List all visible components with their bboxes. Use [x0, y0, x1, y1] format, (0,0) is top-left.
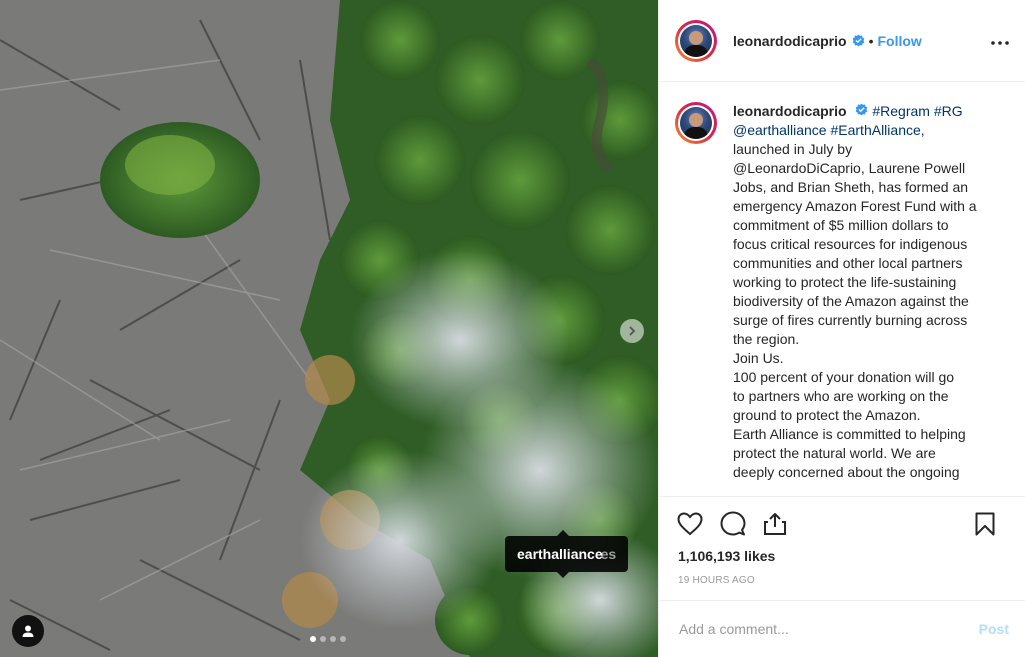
chevron-right-icon: [629, 326, 636, 336]
comment-bubble-icon: [720, 511, 746, 536]
share-button[interactable]: [763, 512, 787, 536]
comments-section[interactable]: leonardodicaprio #Regram #RG @earthallia…: [659, 82, 1025, 496]
person-icon: [22, 625, 34, 637]
caption-line: protect the natural world. We are: [733, 445, 936, 461]
header-username[interactable]: leonardodicaprio: [733, 33, 847, 49]
caption-line: Earth Alliance is committed to helping: [733, 426, 966, 442]
post-actions: 1,106,193 likes 19 HOURS AGO: [659, 496, 1025, 586]
post-comment-button[interactable]: Post: [979, 621, 1009, 637]
caption-text: leonardodicaprio #Regram #RG @earthallia…: [733, 102, 977, 482]
caption-story-ring[interactable]: [675, 102, 717, 144]
likes-count[interactable]: 1,106,193 likes: [678, 548, 1009, 564]
bookmark-icon: [975, 512, 995, 536]
post-photo[interactable]: earthalliance es: [0, 0, 658, 657]
more-options-button[interactable]: [991, 32, 1009, 50]
share-icon: [764, 513, 786, 535]
caption-verified-badge-icon: [855, 103, 868, 116]
caption-avatar[interactable]: [680, 107, 712, 139]
caption-line: Jobs, and Brian Sheth, has formed an: [733, 179, 969, 195]
caption-line: 100 percent of your donation will go: [733, 369, 955, 385]
post-sidebar: leonardodicaprio • Follow leonardodicapr…: [658, 0, 1025, 657]
save-button[interactable]: [975, 512, 995, 541]
tag-username: earthalliance: [517, 546, 603, 562]
carousel-dot: [330, 636, 336, 642]
hashtag-link[interactable]: #Regram #RG: [872, 103, 962, 119]
heart-icon: [677, 512, 703, 536]
caption-line: to partners who are working on the: [733, 388, 949, 404]
post-timestamp[interactable]: 19 HOURS AGO: [678, 575, 1009, 586]
carousel-dot: [340, 636, 346, 642]
mention-hashtag-link[interactable]: @earthalliance #EarthAlliance,: [733, 121, 977, 140]
carousel-next-button[interactable]: [620, 319, 644, 343]
user-tag-tooltip[interactable]: earthalliance es: [505, 530, 629, 578]
story-ring[interactable]: [675, 19, 717, 62]
caption-line: launched in July by: [733, 141, 853, 157]
caption-line: focus critical resources for indigenous: [733, 236, 968, 252]
caption-username[interactable]: leonardodicaprio: [733, 103, 847, 119]
caption-line: the region.: [733, 331, 800, 347]
caption-line: ground to protect the Amazon.: [733, 407, 921, 423]
caption-line: deeply concerned about the ongoing: [733, 464, 960, 480]
avatar[interactable]: [680, 24, 712, 57]
caption-line: commitment of $5 million dollars to: [733, 217, 949, 233]
header-separator: •: [868, 32, 874, 49]
add-comment-bar: Post: [659, 600, 1025, 657]
caption-line: surge of fires currently burning across: [733, 312, 968, 328]
comment-input[interactable]: [677, 620, 979, 638]
caption-line: biodiversity of the Amazon against the: [733, 293, 969, 309]
caption-line: @LeonardoDiCaprio, Laurene Powell: [733, 160, 966, 176]
post-header: leonardodicaprio • Follow: [659, 0, 1025, 82]
caption-line: emergency Amazon Forest Fund with a: [733, 198, 977, 214]
like-button[interactable]: [677, 512, 703, 536]
follow-button[interactable]: Follow: [877, 33, 921, 49]
carousel-dot: [310, 636, 316, 642]
carousel-dots: [310, 636, 346, 642]
carousel-dot: [320, 636, 326, 642]
caption-line: Join Us.: [733, 350, 784, 366]
verified-badge-icon: [852, 34, 865, 47]
tag-overlap-text: es: [600, 546, 617, 562]
comment-button[interactable]: [720, 511, 746, 537]
caption-line: communities and other local partners: [733, 255, 963, 271]
caption: leonardodicaprio #Regram #RG @earthallia…: [659, 82, 1025, 482]
tagged-users-button[interactable]: [12, 615, 44, 647]
more-dots-icon: [991, 41, 1009, 45]
action-bar: [677, 507, 1009, 541]
caption-line: working to protect the life-sustaining: [733, 274, 957, 290]
